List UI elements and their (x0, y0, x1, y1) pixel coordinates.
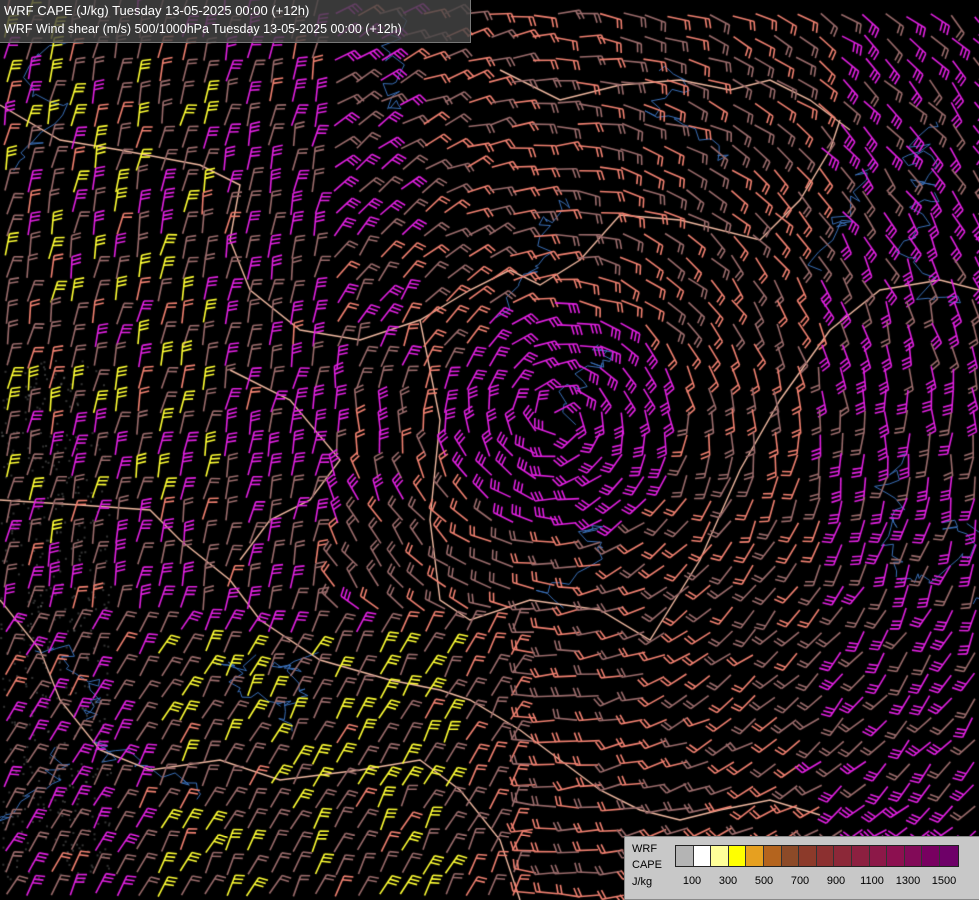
legend-swatch (887, 846, 905, 866)
legend-tick-label: 300 (718, 875, 738, 887)
map-title-box: WRF CAPE (J/kg) Tuesday 13-05-2025 00:00… (0, 0, 471, 43)
legend-swatch (746, 846, 764, 866)
cape-title: WRF CAPE (J/kg) Tuesday 13-05-2025 00:00… (4, 3, 310, 18)
legend-swatch (851, 846, 870, 866)
legend-swatch (834, 846, 852, 866)
legend-swatch (816, 846, 835, 866)
legend-swatch (763, 846, 782, 866)
legend-tick-label: 900 (826, 875, 846, 887)
legend-swatch (799, 846, 817, 866)
legend-tick-label: 1500 (931, 875, 957, 887)
wind-shear-title: WRF Wind shear (m/s) 500/1000hPa Tuesday… (4, 22, 402, 36)
legend-tick-label: 1100 (860, 875, 884, 887)
legend-swatch (728, 846, 747, 866)
legend-tick-label: 100 (682, 875, 702, 887)
legend-tick-label: 1300 (895, 875, 921, 887)
legend-tick-label: 500 (754, 875, 774, 887)
legend-unit-label: J/kg (632, 876, 653, 888)
legend-swatch (676, 846, 694, 866)
legend-swatch (904, 846, 923, 866)
cape-legend: WRF CAPE J/kg 100 300 500 700 900 1100 1300 150… (624, 836, 979, 900)
legend-swatch (781, 846, 800, 866)
legend-tick-label: 700 (790, 875, 810, 887)
legend-swatch (939, 846, 958, 866)
legend-variable-label: CAPE (632, 859, 662, 871)
legend-swatch (711, 846, 729, 866)
legend-swatch (869, 846, 888, 866)
legend-model-label: WRF (632, 843, 658, 855)
wind-shear-cape-map (0, 0, 979, 900)
legend-color-scale (675, 845, 959, 867)
legend-swatch (922, 846, 940, 866)
legend-swatch (693, 846, 712, 866)
